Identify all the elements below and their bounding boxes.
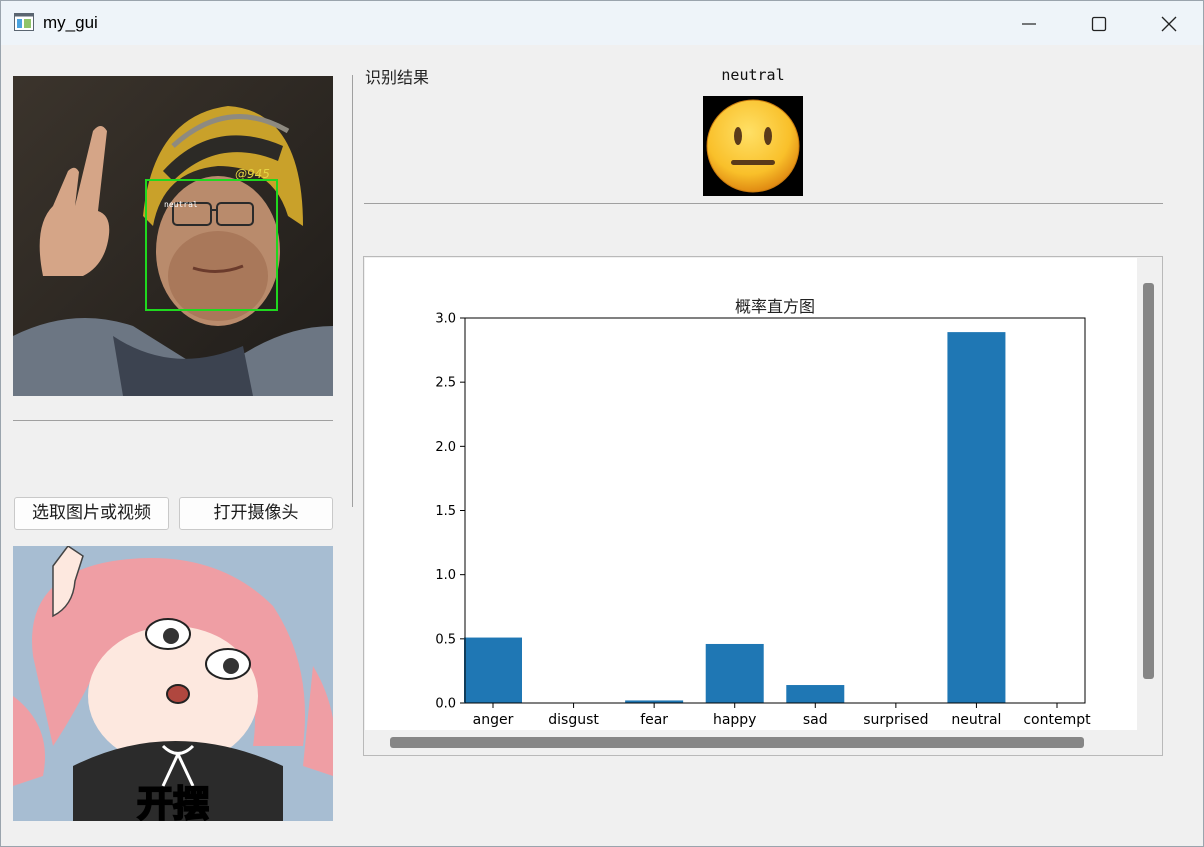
neutral-face-emoji-icon (703, 96, 803, 196)
y-tick-label: 1.0 (435, 568, 456, 583)
x-tick-label-contempt: contempt (1023, 712, 1091, 728)
y-tick-label: 3.0 (435, 312, 456, 327)
chart-scroll-area: 概率直方图 0.0 0.5 1.0 1.5 2.0 2.5 3.0 anger disgust fe… (363, 256, 1163, 756)
x-tick-label-sad: sad (803, 712, 828, 728)
emotion-label: neutral (721, 66, 785, 84)
title-bar: my_gui (1, 1, 1203, 45)
vertical-divider (352, 75, 353, 507)
x-tick-label-surprised: surprised (863, 712, 928, 728)
select-image-or-video-button[interactable]: 选取图片或视频 (14, 497, 169, 530)
vertical-scrollbar[interactable] (1143, 283, 1154, 679)
y-tick-label: 2.5 (435, 376, 456, 391)
bar-anger (464, 637, 522, 703)
chart-canvas: 概率直方图 0.0 0.5 1.0 1.5 2.0 2.5 3.0 anger disgust fe… (365, 258, 1137, 730)
y-tick-label: 0.5 (435, 632, 456, 647)
y-tick-label: 0.0 (435, 697, 456, 712)
horizontal-scrollbar[interactable] (390, 737, 1084, 748)
bar-happy (705, 643, 764, 703)
x-tick-label-neutral: neutral (951, 712, 1001, 728)
result-divider (364, 203, 1163, 204)
probability-histogram: 概率直方图 0.0 0.5 1.0 1.5 2.0 2.5 3.0 anger disgust fe… (435, 297, 1091, 728)
maximize-icon (1091, 16, 1107, 32)
close-button[interactable] (1133, 1, 1203, 45)
meme-image: 开摆 (13, 546, 333, 821)
x-tick-label-anger: anger (473, 712, 514, 728)
meme-caption: 开摆 (137, 784, 209, 821)
photo-watermark: @945 (235, 167, 270, 181)
input-photo: @945 neutral (13, 76, 333, 396)
minimize-button[interactable] (993, 1, 1063, 45)
app-window: my_gui @945 neutral 选取图片或视频 打开摄像头 开摆 识别结… (0, 0, 1204, 847)
x-tick-label-fear: fear (640, 712, 668, 728)
face-detection-label: neutral (164, 200, 198, 209)
bar-neutral (947, 332, 1006, 703)
left-divider (13, 420, 333, 421)
result-title: 识别结果 (365, 68, 430, 87)
chart-title: 概率直方图 (735, 297, 815, 316)
close-icon (1161, 16, 1177, 32)
window-title: my_gui (43, 13, 98, 32)
app-window-icon (14, 13, 34, 31)
open-camera-button[interactable]: 打开摄像头 (179, 497, 333, 530)
bar-sad (786, 685, 845, 703)
y-tick-label: 1.5 (435, 504, 456, 519)
y-tick-label: 2.0 (435, 440, 456, 455)
maximize-button[interactable] (1063, 1, 1133, 45)
minimize-icon (1022, 23, 1036, 25)
x-tick-label-disgust: disgust (548, 712, 599, 728)
x-tick-label-happy: happy (713, 712, 757, 728)
